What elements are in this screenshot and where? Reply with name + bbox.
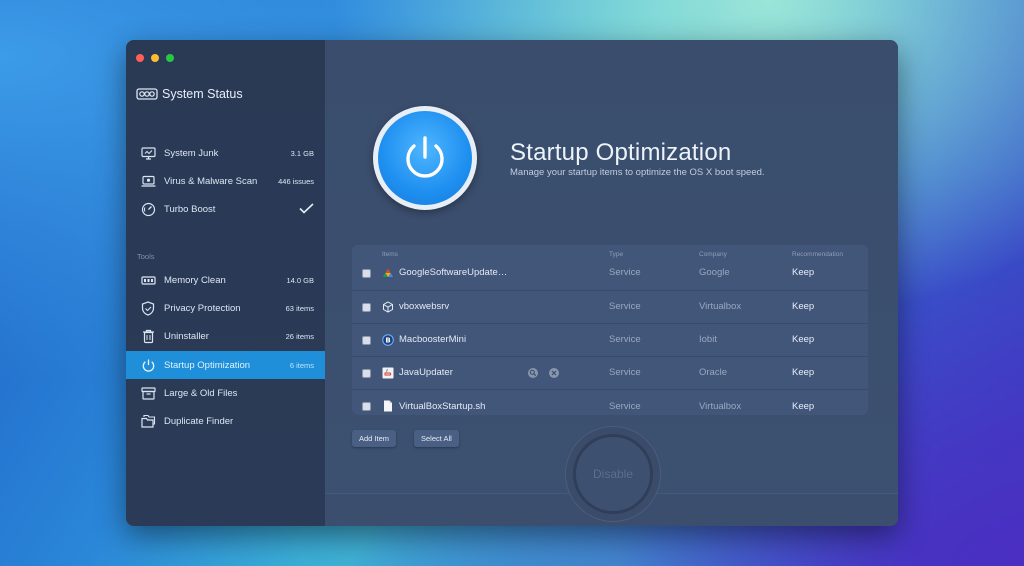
startup-items-table: Items Type Company Recommendation Google… bbox=[352, 245, 868, 415]
sidebar-item-privacy-protection[interactable]: Privacy Protection 63 items bbox=[126, 294, 325, 322]
row-company: Virtualbox bbox=[699, 401, 742, 412]
sidebar-item-label: Startup Optimization bbox=[164, 359, 251, 371]
sidebar-item-memory-clean[interactable]: Memory Clean 14.0 GB bbox=[126, 266, 325, 294]
sidebar-item-uninstaller[interactable]: Uninstaller 26 items bbox=[126, 322, 325, 350]
table-row[interactable]: GoogleSoftwareUpdate… Service Google Kee… bbox=[352, 258, 868, 291]
system-status-icon bbox=[136, 86, 158, 102]
row-item-name: JavaUpdater bbox=[399, 367, 453, 378]
sidebar-item-value: 14.0 GB bbox=[286, 275, 314, 285]
startup-optimization-hero-icon bbox=[373, 106, 477, 210]
archive-box-icon bbox=[140, 385, 156, 401]
disable-button[interactable]: Disable bbox=[573, 434, 653, 514]
sidebar-item-label: Duplicate Finder bbox=[164, 415, 234, 427]
row-item-name: VirtualBoxStartup.sh bbox=[399, 401, 486, 412]
row-type: Service bbox=[609, 334, 641, 345]
shield-icon bbox=[140, 300, 156, 316]
column-header-items[interactable]: Items bbox=[382, 251, 398, 258]
zoom-window-button[interactable] bbox=[166, 54, 174, 62]
window-controls bbox=[136, 54, 174, 62]
duplicate-folder-icon bbox=[140, 413, 156, 429]
checkmark-icon bbox=[299, 202, 314, 216]
sidebar-item-value: 63 items bbox=[285, 303, 314, 313]
close-window-button[interactable] bbox=[136, 54, 144, 62]
java-icon bbox=[382, 367, 394, 379]
system-status-label: System Status bbox=[162, 87, 243, 101]
google-update-icon bbox=[382, 268, 394, 280]
row-type: Service bbox=[609, 367, 641, 378]
row-company: Virtualbox bbox=[699, 301, 742, 312]
sidebar-item-value: 26 items bbox=[285, 331, 314, 341]
row-item-name: GoogleSoftwareUpdate… bbox=[399, 267, 508, 278]
row-checkbox[interactable] bbox=[362, 269, 371, 278]
sidebar-item-value: 3.1 GB bbox=[290, 148, 314, 158]
disable-label: Disable bbox=[592, 467, 634, 481]
sidebar-item-value: 446 issues bbox=[278, 176, 314, 186]
row-item-name: MacboosterMini bbox=[399, 334, 467, 345]
row-recommendation: Keep bbox=[792, 267, 815, 278]
row-item-name: vboxwebsrv bbox=[399, 301, 450, 312]
sidebar-item-virus-malware-scan[interactable]: Virus & Malware Scan 446 issues bbox=[126, 167, 325, 195]
row-checkbox[interactable] bbox=[362, 402, 371, 411]
row-type: Service bbox=[609, 301, 641, 312]
sidebar-item-label: Virus & Malware Scan bbox=[164, 175, 258, 187]
row-checkbox[interactable] bbox=[362, 369, 371, 378]
speedometer-icon bbox=[140, 201, 156, 217]
add-item-button[interactable]: Add Item bbox=[352, 430, 397, 447]
row-company: Oracle bbox=[699, 367, 727, 378]
page-subtitle: Manage your startup items to optimize th… bbox=[510, 167, 765, 178]
row-company: Google bbox=[699, 267, 730, 278]
row-recommendation: Keep bbox=[792, 301, 815, 312]
reveal-in-finder-button[interactable] bbox=[528, 368, 538, 378]
row-type: Service bbox=[609, 267, 641, 278]
minimize-window-button[interactable] bbox=[151, 54, 159, 62]
sidebar-item-system-junk[interactable]: System Junk 3.1 GB bbox=[126, 139, 325, 167]
row-recommendation: Keep bbox=[792, 334, 815, 345]
trash-icon bbox=[140, 328, 156, 344]
row-recommendation: Keep bbox=[792, 401, 815, 412]
sidebar-item-duplicate-finder[interactable]: Duplicate Finder bbox=[126, 407, 325, 435]
remove-item-button[interactable] bbox=[549, 368, 559, 378]
macbooster-icon: B bbox=[382, 334, 394, 346]
table-row[interactable]: B MacboosterMini Service Iobit Keep bbox=[352, 324, 868, 357]
sidebar-item-startup-optimization[interactable]: Startup Optimization 6 items bbox=[126, 351, 325, 379]
sidebar-item-label: Large & Old Files bbox=[164, 387, 238, 399]
laptop-bug-icon bbox=[140, 173, 156, 189]
column-header-type[interactable]: Type bbox=[609, 251, 623, 258]
cube-icon bbox=[382, 301, 394, 313]
monitor-icon bbox=[140, 145, 156, 161]
sidebar-item-large-old-files[interactable]: Large & Old Files bbox=[126, 379, 325, 407]
table-row[interactable]: VirtualBoxStartup.sh Service Virtualbox … bbox=[352, 390, 868, 415]
row-checkbox[interactable] bbox=[362, 303, 371, 312]
page-title: Startup Optimization bbox=[510, 139, 732, 166]
row-checkbox[interactable] bbox=[362, 336, 371, 345]
app-window: System Status System Junk 3.1 GB Virus &… bbox=[126, 40, 898, 526]
row-company: Iobit bbox=[699, 334, 717, 345]
column-header-company[interactable]: Company bbox=[699, 251, 727, 258]
table-row[interactable]: vboxwebsrv Service Virtualbox Keep bbox=[352, 291, 868, 324]
svg-text:B: B bbox=[385, 337, 390, 345]
document-icon bbox=[382, 400, 394, 412]
sidebar-item-label: System Junk bbox=[164, 147, 219, 159]
sidebar-item-value: 6 items bbox=[289, 360, 314, 370]
column-header-recommendation[interactable]: Recommendation bbox=[792, 251, 843, 258]
row-recommendation: Keep bbox=[792, 367, 815, 378]
sidebar-item-label: Privacy Protection bbox=[164, 302, 241, 314]
power-icon bbox=[140, 357, 156, 373]
sidebar-item-label: Uninstaller bbox=[164, 330, 209, 342]
sidebar-item-turbo-boost[interactable]: Turbo Boost bbox=[126, 195, 325, 223]
select-all-button[interactable]: Select All bbox=[414, 430, 459, 447]
power-icon bbox=[378, 111, 472, 205]
disable-button-housing: Disable bbox=[565, 426, 661, 522]
sidebar: System Status System Junk 3.1 GB Virus &… bbox=[126, 40, 325, 526]
memory-chip-icon bbox=[140, 272, 156, 288]
sidebar-item-label: Memory Clean bbox=[164, 274, 226, 286]
sidebar-item-label: Turbo Boost bbox=[164, 203, 216, 215]
table-row[interactable]: JavaUpdater Service Oracle Keep bbox=[352, 357, 868, 390]
main-panel: Startup Optimization Manage your startup… bbox=[325, 40, 898, 526]
tools-section-label: Tools bbox=[137, 252, 155, 261]
row-type: Service bbox=[609, 401, 641, 412]
system-status-nav[interactable]: System Status bbox=[136, 86, 243, 102]
